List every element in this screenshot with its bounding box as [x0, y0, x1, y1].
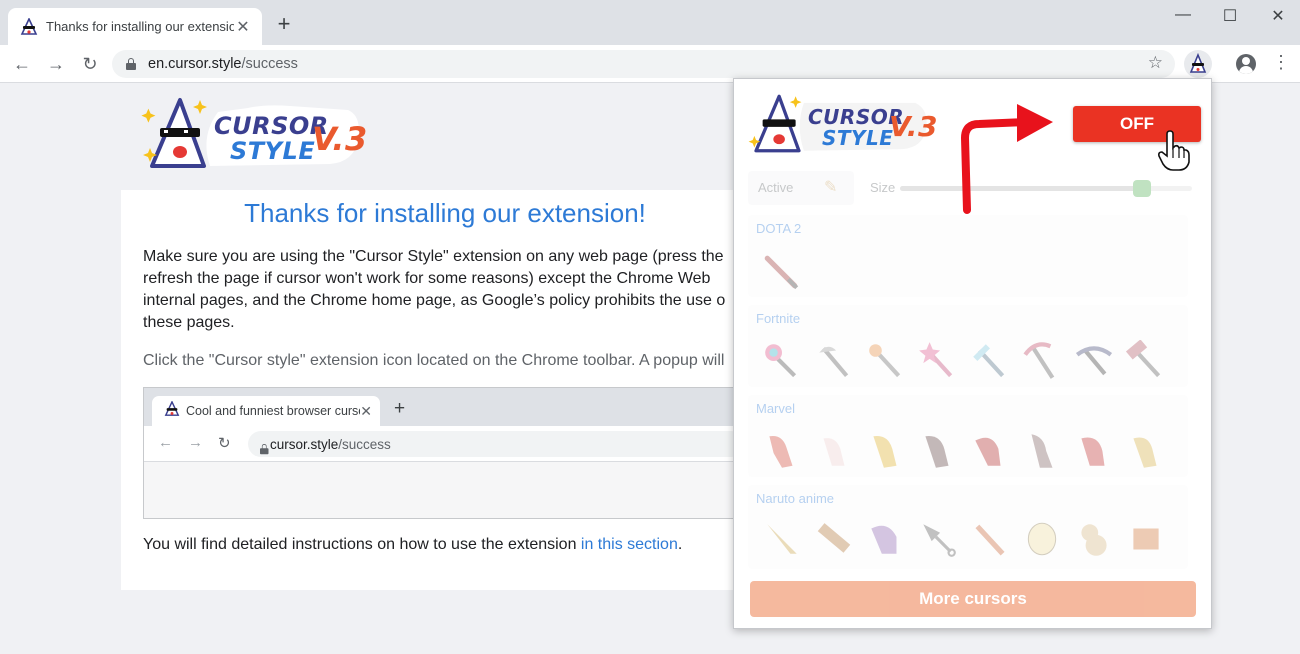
more-cursors-button[interactable]: More cursors	[750, 581, 1196, 617]
naruto-cursor-list	[756, 515, 1172, 563]
active-label: Active	[758, 180, 794, 195]
cursor-style-logo: CURSOR STYLE V.3	[140, 96, 370, 176]
mini-back-icon: ←	[158, 434, 173, 451]
details-text: You will find detailed instructions on h…	[143, 536, 581, 553]
url-path: /success	[241, 56, 298, 72]
profile-avatar-icon[interactable]	[1236, 54, 1256, 74]
cursor-hand-dark-icon[interactable]	[912, 427, 964, 475]
cursor-axe-icon[interactable]	[808, 337, 860, 385]
red-arrow-annotation-icon	[960, 104, 1053, 214]
mini-favicon-icon	[164, 399, 180, 422]
cursor-style-extension-button[interactable]	[1184, 50, 1212, 78]
cursor-glove-gold-icon[interactable]	[860, 427, 912, 475]
cursor-hand-white-icon[interactable]	[808, 427, 860, 475]
popup-logo-style: STYLE	[822, 126, 894, 150]
cursor-scythe-icon[interactable]	[1016, 337, 1068, 385]
cursor-fist-red-icon[interactable]	[1068, 427, 1120, 475]
maximize-button[interactable]: ☐	[1207, 6, 1253, 26]
page-heading: Thanks for installing our extension!	[244, 198, 646, 228]
mini-tab-close-icon: ✕	[360, 402, 372, 419]
size-label: Size	[870, 180, 896, 195]
close-window-button[interactable]: ✕	[1255, 6, 1300, 26]
minimize-button[interactable]: —	[1160, 6, 1206, 24]
size-slider-thumb[interactable]	[1133, 180, 1151, 197]
cursor-torch-icon[interactable]	[860, 337, 912, 385]
url-host: en.cursor.style	[148, 56, 242, 72]
category-name: Naruto anime	[756, 491, 835, 506]
cursor-scroll-icon[interactable]	[808, 515, 860, 563]
dota-cursor-list	[756, 249, 808, 297]
cursor-kunai-icon[interactable]	[912, 515, 964, 563]
instructions-line-4: these pages.	[143, 314, 235, 331]
mini-tab: Cool and funniest browser cursors ✕	[152, 396, 380, 426]
mini-url-host: cursor.style	[270, 436, 339, 452]
mini-reload-icon: ↻	[218, 435, 231, 452]
cursor-blade-icon[interactable]	[756, 515, 808, 563]
cursor-gourd-icon[interactable]	[1068, 515, 1120, 563]
cursor-book-icon[interactable]	[1120, 515, 1172, 563]
address-bar[interactable]: en.cursor.style/success ☆	[112, 50, 1175, 78]
cursor-claw-red-icon[interactable]	[964, 427, 1016, 475]
example-browser-image: Cool and funniest browser cursors ✕ + ← …	[143, 387, 743, 519]
cursor-ice-pick-icon[interactable]	[964, 337, 1016, 385]
logo-version: V.3	[312, 120, 368, 158]
active-cursor-icon: ✎	[824, 179, 838, 196]
mini-tab-strip: Cool and funniest browser cursors ✕ +	[144, 388, 742, 426]
tab-strip: Thanks for installing our extension ✕ + …	[0, 0, 1300, 45]
instructions-line-3: internal pages, and the Chrome home page…	[143, 292, 726, 309]
mini-url-path: /success	[338, 436, 391, 452]
popup-logo-version: V.3	[889, 110, 938, 143]
lock-icon[interactable]	[126, 58, 136, 70]
category-name: Fortnite	[756, 311, 801, 326]
tab-close-icon[interactable]: ✕	[234, 17, 252, 37]
mini-tab-title: Cool and funniest browser cursors	[186, 404, 361, 418]
reload-icon[interactable]: ↻	[78, 52, 102, 76]
instructions-line-2: refresh the page if cursor won't work fo…	[143, 270, 711, 287]
mini-address-bar: cursor.style/success	[248, 431, 742, 457]
details-paragraph: You will find detailed instructions on h…	[143, 534, 743, 556]
cursor-glove-red-icon[interactable]	[756, 427, 808, 475]
cursor-gauntlet-icon[interactable]	[1120, 427, 1172, 475]
details-period: .	[677, 536, 683, 553]
bookmark-star-icon[interactable]: ☆	[1148, 53, 1163, 73]
cursor-sword-icon[interactable]	[756, 249, 808, 297]
category-name: Marvel	[756, 401, 796, 416]
cursor-star-wand-icon[interactable]	[912, 337, 964, 385]
mini-forward-icon: →	[188, 434, 203, 451]
mini-new-tab-icon: +	[394, 398, 406, 419]
category-dota2: DOTA 2	[748, 215, 1188, 297]
toolbar-instruction: Click the "Cursor style" extension icon …	[143, 352, 725, 369]
active-cursor-box[interactable]: Active ✎	[748, 171, 854, 205]
cursor-sword-orange-icon[interactable]	[964, 515, 1016, 563]
tab-title: Thanks for installing our extension	[46, 19, 234, 34]
cursor-pickaxe-pink-icon[interactable]	[756, 337, 808, 385]
forward-arrow-icon[interactable]: →	[44, 52, 68, 76]
marvel-cursor-list	[756, 427, 1172, 475]
new-tab-button[interactable]: +	[272, 12, 296, 36]
mini-toolbar: ← → ↻ cursor.style/success	[144, 426, 742, 462]
cursor-mask-icon[interactable]	[1016, 515, 1068, 563]
logo-text-style: STYLE	[230, 137, 316, 165]
category-name: DOTA 2	[756, 221, 802, 236]
in-this-section-link[interactable]: in this section	[581, 536, 678, 553]
back-arrow-icon[interactable]: ←	[10, 52, 34, 76]
cursor-style-favicon-icon	[20, 16, 38, 36]
browser-tab[interactable]: Thanks for installing our extension ✕	[8, 8, 262, 45]
fortnite-cursor-list	[756, 337, 1172, 385]
hand-pointer-icon	[1158, 130, 1190, 171]
instructions-line-1: Make sure you are using the "Cursor Styl…	[143, 248, 724, 265]
popup-logo: CURSOR STYLE V.3	[746, 93, 938, 159]
cursor-arm-icon[interactable]	[1016, 427, 1068, 475]
cursor-hammer-icon[interactable]	[1120, 337, 1172, 385]
menu-kebab-icon[interactable]: ⋮	[1272, 52, 1290, 73]
cursor-hand-purple-icon[interactable]	[860, 515, 912, 563]
cursor-pick-dark-icon[interactable]	[1068, 337, 1120, 385]
